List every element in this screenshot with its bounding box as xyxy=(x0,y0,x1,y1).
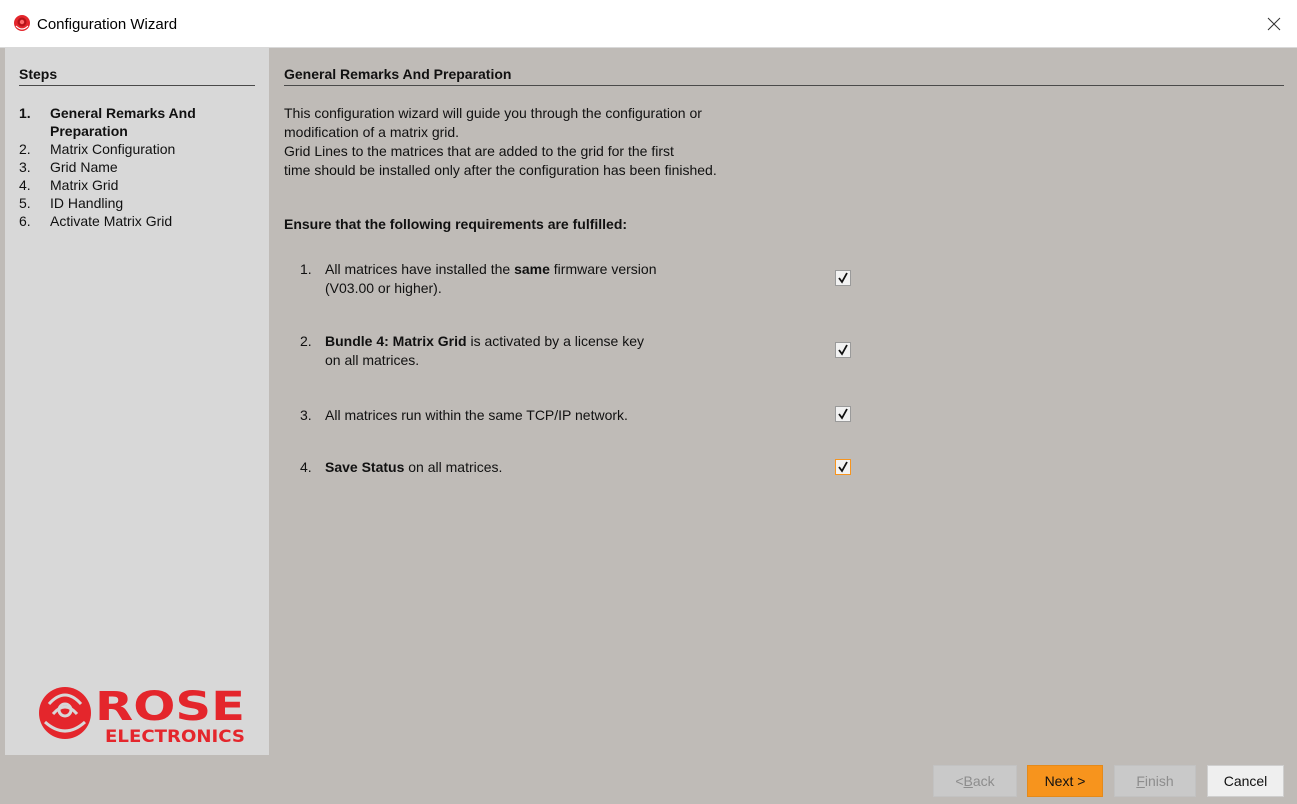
intro-text: This configuration wizard will guide you… xyxy=(284,104,844,180)
requirement-text: Save Status on all matrices. xyxy=(325,459,503,475)
steps-list: 1. General Remarks And Preparation 2. Mat… xyxy=(19,104,259,230)
next-button[interactable]: Next > xyxy=(1027,765,1103,797)
rose-app-icon xyxy=(13,14,31,32)
step-number: 3. xyxy=(19,159,31,175)
window-title: Configuration Wizard xyxy=(37,16,178,33)
intro-line: time should be installed only after the … xyxy=(284,162,717,178)
step-number: 5. xyxy=(19,195,31,211)
step-number: 2. xyxy=(19,141,31,157)
button-bar: < Back Next > Finish Cancel xyxy=(0,756,1297,804)
main-panel: General Remarks And Preparation This con… xyxy=(284,48,1284,755)
requirement-2-checkbox[interactable] xyxy=(835,342,851,358)
step-label: Matrix Configuration xyxy=(50,141,176,157)
step-label: Activate Matrix Grid xyxy=(50,213,173,229)
step-item-matrix-grid: 4. Matrix Grid xyxy=(19,176,259,194)
intro-line: This configuration wizard will guide you… xyxy=(284,105,702,121)
step-label: Grid Name xyxy=(50,159,118,175)
cancel-button[interactable]: Cancel xyxy=(1207,765,1284,797)
step-label: General Remarks And Preparation xyxy=(50,105,196,139)
back-button[interactable]: < Back xyxy=(933,765,1017,797)
steps-sidebar: Steps 1. General Remarks And Preparation … xyxy=(5,48,269,755)
intro-line: modification of a matrix grid. xyxy=(284,124,460,140)
close-icon xyxy=(1267,17,1281,30)
requirement-text: All matrices run within the same TCP/IP … xyxy=(325,407,628,423)
check-icon xyxy=(838,272,848,284)
requirement-number: 1. xyxy=(300,261,312,277)
steps-heading: Steps xyxy=(19,66,255,86)
requirement-number: 4. xyxy=(300,459,312,475)
step-item-id-handling: 5. ID Handling xyxy=(19,194,259,212)
rose-electronics-logo: ROSE ELECTRONICS xyxy=(29,678,259,748)
svg-text:ELECTRONICS: ELECTRONICS xyxy=(105,727,245,747)
requirement-text: All matrices have installed the same fir… xyxy=(325,261,657,296)
step-number: 1. xyxy=(19,105,31,121)
title-bar: Configuration Wizard xyxy=(0,0,1297,48)
check-icon xyxy=(838,344,848,356)
check-icon xyxy=(838,461,848,473)
page-title: General Remarks And Preparation xyxy=(284,66,1284,86)
step-label: Matrix Grid xyxy=(50,177,119,193)
step-item-activate-matrix-grid: 6. Activate Matrix Grid xyxy=(19,212,259,230)
step-item-grid-name: 3. Grid Name xyxy=(19,158,259,176)
requirement-3-checkbox[interactable] xyxy=(835,406,851,422)
finish-button[interactable]: Finish xyxy=(1114,765,1196,797)
step-label: ID Handling xyxy=(50,195,124,211)
requirement-1-checkbox[interactable] xyxy=(835,270,851,286)
close-button[interactable] xyxy=(1251,0,1297,47)
check-icon xyxy=(838,408,848,420)
step-item-general-remarks: 1. General Remarks And Preparation xyxy=(19,104,259,140)
requirement-number: 3. xyxy=(300,407,312,423)
requirement-text: Bundle 4: Matrix Grid is activated by a … xyxy=(325,333,644,368)
svg-text:ROSE: ROSE xyxy=(95,684,245,730)
step-number: 6. xyxy=(19,213,31,229)
requirements-heading: Ensure that the following requirements a… xyxy=(284,216,628,232)
intro-line: Grid Lines to the matrices that are adde… xyxy=(284,143,674,159)
requirement-4-checkbox[interactable] xyxy=(835,459,851,475)
step-number: 4. xyxy=(19,177,31,193)
step-item-matrix-configuration: 2. Matrix Configuration xyxy=(19,140,259,158)
requirement-number: 2. xyxy=(300,333,312,349)
